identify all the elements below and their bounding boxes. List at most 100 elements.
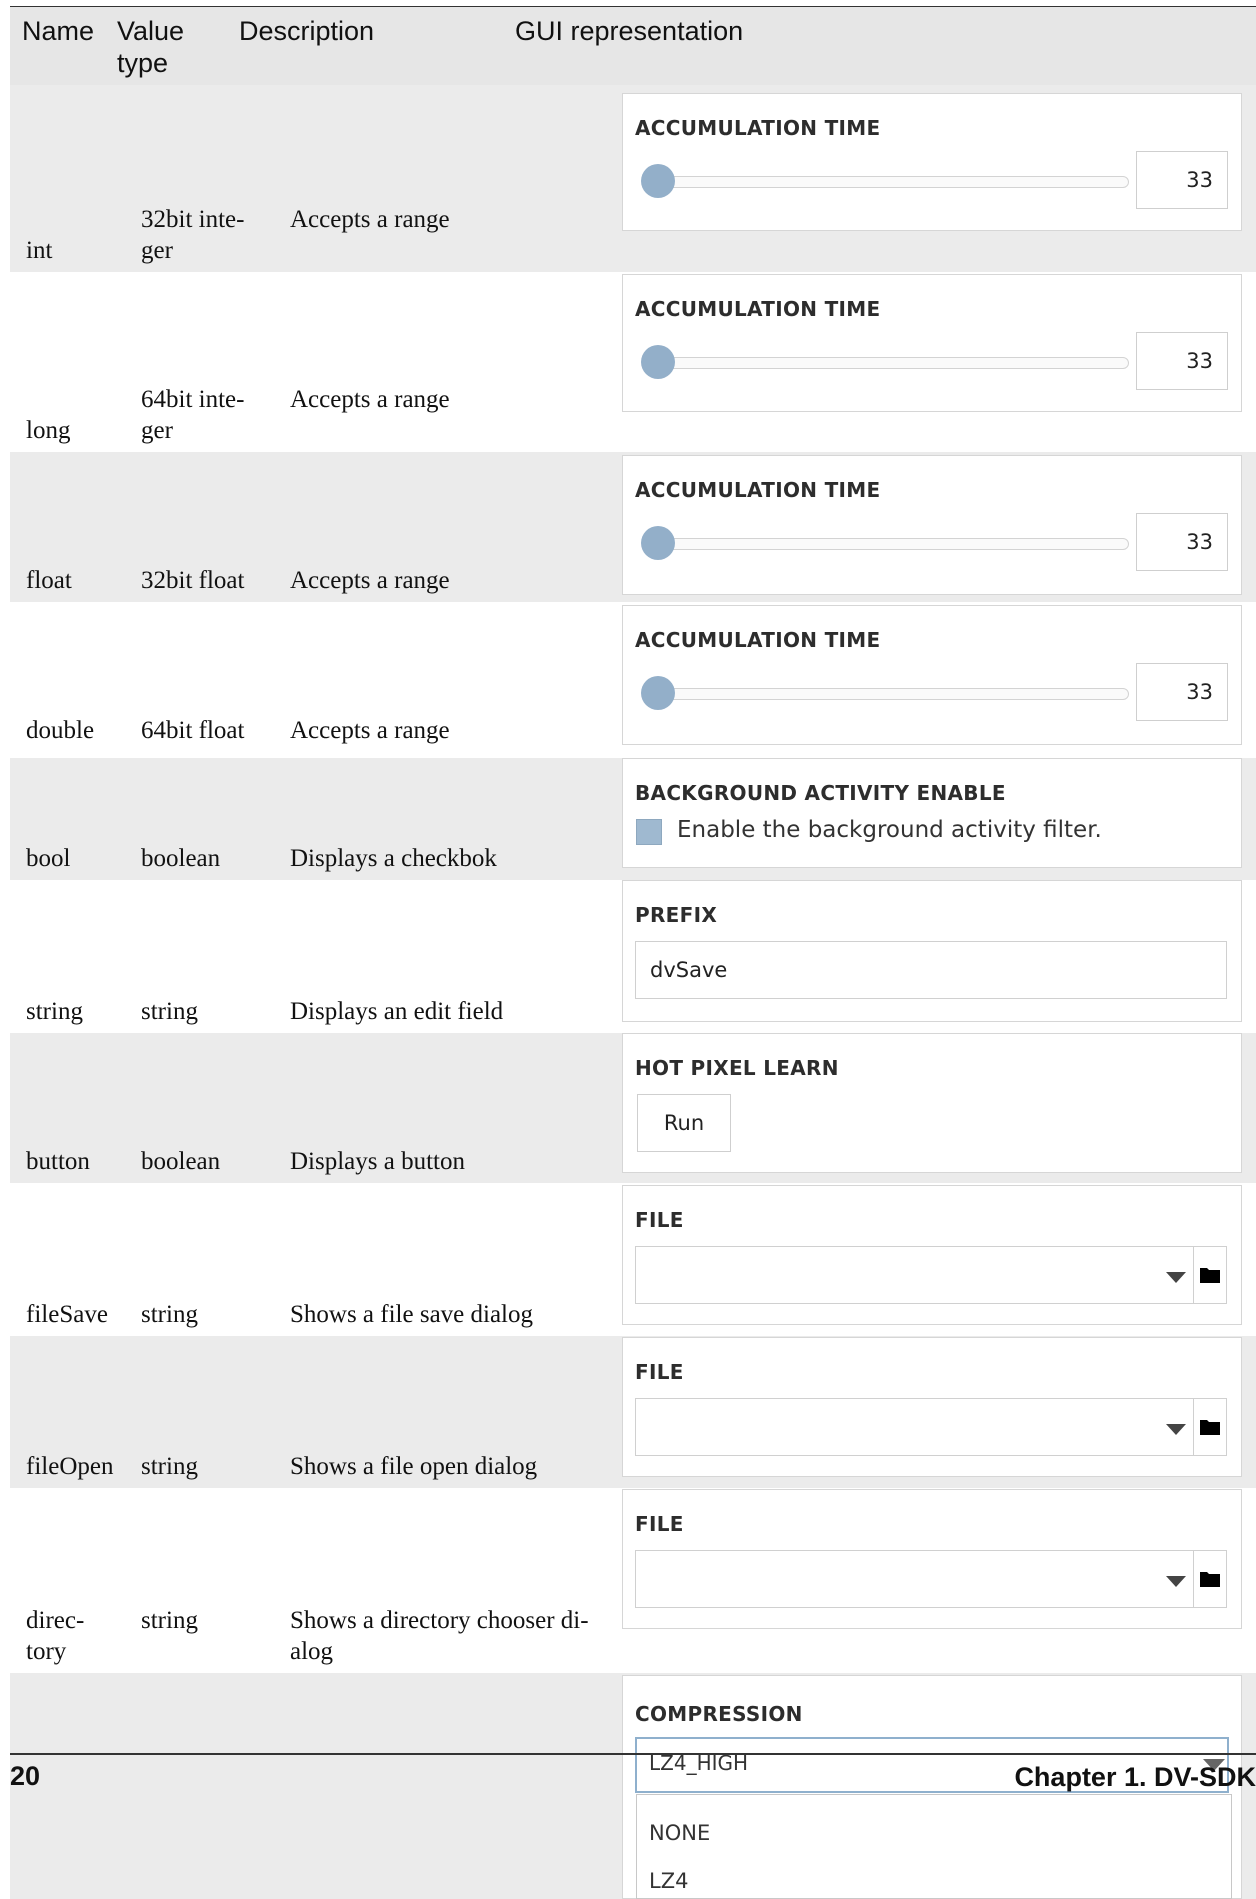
file-label: FILE bbox=[635, 1360, 684, 1384]
file-open-input[interactable] bbox=[635, 1398, 1227, 1456]
directory-input[interactable] bbox=[635, 1550, 1227, 1608]
cell-description: Displays a checkbok bbox=[290, 845, 497, 872]
cell-description: Displays a button bbox=[290, 1148, 465, 1175]
cell-type: string bbox=[141, 1607, 198, 1634]
header-value-type-line2: type bbox=[117, 48, 169, 78]
cell-description: Accepts a range bbox=[290, 567, 450, 594]
cell-type: 64bit inte- ger bbox=[141, 384, 271, 446]
cell-description: Accepts a range bbox=[290, 206, 450, 233]
cell-description: Accepts a range bbox=[290, 717, 450, 744]
chapter-title: Chapter 1. DV-SDK bbox=[1014, 1762, 1256, 1792]
cell-description-line2: alog bbox=[290, 1638, 334, 1665]
cell-type: boolean bbox=[141, 845, 221, 872]
cell-name: float bbox=[26, 567, 72, 594]
chevron-down-icon[interactable] bbox=[1166, 1576, 1186, 1587]
checkbox-panel: BACKGROUND ACTIVITY ENABLE Enable the ba… bbox=[622, 758, 1242, 868]
slider-label: ACCUMULATION TIME bbox=[635, 297, 881, 321]
field-divider bbox=[1193, 1399, 1194, 1455]
compression-dropdown-list: NONE LZ4 bbox=[636, 1794, 1232, 1899]
hot-pixel-label: HOT PIXEL LEARN bbox=[635, 1056, 839, 1080]
slider-track[interactable] bbox=[643, 538, 1129, 550]
slider-track[interactable] bbox=[643, 176, 1129, 188]
run-button[interactable]: Run bbox=[637, 1094, 731, 1152]
cell-type-line2: ger bbox=[141, 237, 173, 264]
cell-type: string bbox=[141, 1453, 198, 1480]
cell-name: button bbox=[26, 1148, 90, 1175]
cell-description-line1: Shows a directory chooser di- bbox=[290, 1607, 589, 1634]
button-panel: HOT PIXEL LEARN Run bbox=[622, 1033, 1242, 1173]
slider-track[interactable] bbox=[643, 357, 1129, 369]
file-label: FILE bbox=[635, 1512, 684, 1536]
text-field-panel: PREFIX dvSave bbox=[622, 880, 1242, 1022]
cell-type-line1: 64bit inte- bbox=[141, 386, 245, 413]
slider-panel-double: ACCUMULATION TIME 33 bbox=[622, 605, 1242, 745]
slider-handle[interactable] bbox=[641, 164, 675, 198]
cell-description: Displays an edit field bbox=[290, 998, 504, 1025]
field-divider bbox=[1193, 1551, 1194, 1607]
document-page: Name Value type Description GUI represen… bbox=[0, 0, 1256, 1899]
cell-name: direc- tory bbox=[26, 1605, 136, 1667]
slider-panel-long: ACCUMULATION TIME 33 bbox=[622, 274, 1242, 412]
cell-type: 32bit inte- ger bbox=[141, 204, 271, 266]
checkbox-label: Enable the background activity filter. bbox=[677, 817, 1102, 843]
chevron-down-icon[interactable] bbox=[1166, 1424, 1186, 1435]
page-number: 20 bbox=[10, 1761, 41, 1791]
cell-description: Shows a directory chooser di- alog bbox=[290, 1605, 630, 1667]
header-name: Name bbox=[22, 16, 95, 46]
directory-panel: FILE bbox=[622, 1489, 1242, 1629]
folder-icon[interactable] bbox=[1199, 1416, 1221, 1438]
cell-name: bool bbox=[26, 845, 71, 872]
compression-label: COMPRESSION bbox=[635, 1702, 803, 1726]
checkbox-section-label: BACKGROUND ACTIVITY ENABLE bbox=[635, 781, 1006, 805]
slider-value-input[interactable]: 33 bbox=[1136, 663, 1228, 721]
header-value-type-line1: Value bbox=[117, 16, 185, 46]
field-divider bbox=[1193, 1247, 1194, 1303]
cell-name: fileOpen bbox=[26, 1453, 114, 1480]
header-description: Description bbox=[239, 16, 375, 46]
cell-type: boolean bbox=[141, 1148, 221, 1175]
chevron-down-icon[interactable] bbox=[1166, 1272, 1186, 1283]
cell-name: string bbox=[26, 998, 83, 1025]
slider-label: ACCUMULATION TIME bbox=[635, 116, 881, 140]
slider-panel-int: ACCUMULATION TIME 33 bbox=[622, 93, 1242, 231]
header-gui: GUI representation bbox=[515, 16, 744, 46]
cell-type: string bbox=[141, 998, 198, 1025]
file-save-panel: FILE bbox=[622, 1185, 1242, 1325]
file-label: FILE bbox=[635, 1208, 684, 1232]
slider-label: ACCUMULATION TIME bbox=[635, 628, 881, 652]
cell-type-line2: ger bbox=[141, 417, 173, 444]
slider-value-input[interactable]: 33 bbox=[1136, 332, 1228, 390]
folder-icon[interactable] bbox=[1199, 1264, 1221, 1286]
header-value-type: Value type bbox=[117, 15, 184, 79]
cell-description: Shows a file open dialog bbox=[290, 1453, 538, 1480]
cell-type: 64bit float bbox=[141, 717, 245, 744]
slider-panel-float: ACCUMULATION TIME 33 bbox=[622, 455, 1242, 595]
cell-name: fileSave bbox=[26, 1301, 108, 1328]
cell-name-line2: tory bbox=[26, 1638, 67, 1665]
option-lz4[interactable]: LZ4 bbox=[649, 1869, 688, 1893]
cell-name-line1: direc- bbox=[26, 1607, 85, 1634]
file-open-panel: FILE bbox=[622, 1337, 1242, 1477]
cell-description: Shows a file save dialog bbox=[290, 1301, 534, 1328]
cell-description: Accepts a range bbox=[290, 386, 450, 413]
cell-name: double bbox=[26, 717, 95, 744]
cell-name: int bbox=[26, 237, 53, 264]
cell-type-line1: 32bit inte- bbox=[141, 206, 245, 233]
option-none[interactable]: NONE bbox=[649, 1821, 710, 1845]
slider-handle[interactable] bbox=[641, 345, 675, 379]
folder-icon[interactable] bbox=[1199, 1568, 1221, 1590]
cell-type: 32bit float bbox=[141, 567, 245, 594]
prefix-label: PREFIX bbox=[635, 903, 718, 927]
background-activity-checkbox[interactable] bbox=[636, 819, 662, 845]
cell-name: long bbox=[26, 417, 71, 444]
slider-track[interactable] bbox=[643, 688, 1129, 700]
slider-value-input[interactable]: 33 bbox=[1136, 151, 1228, 209]
file-save-input[interactable] bbox=[635, 1246, 1227, 1304]
table-header: Name Value type Description GUI represen… bbox=[10, 6, 1256, 86]
footer-rule bbox=[10, 1753, 1256, 1755]
slider-handle[interactable] bbox=[641, 526, 675, 560]
slider-value-input[interactable]: 33 bbox=[1136, 513, 1228, 571]
slider-handle[interactable] bbox=[641, 676, 675, 710]
prefix-input[interactable]: dvSave bbox=[635, 941, 1227, 999]
cell-type: string bbox=[141, 1301, 198, 1328]
